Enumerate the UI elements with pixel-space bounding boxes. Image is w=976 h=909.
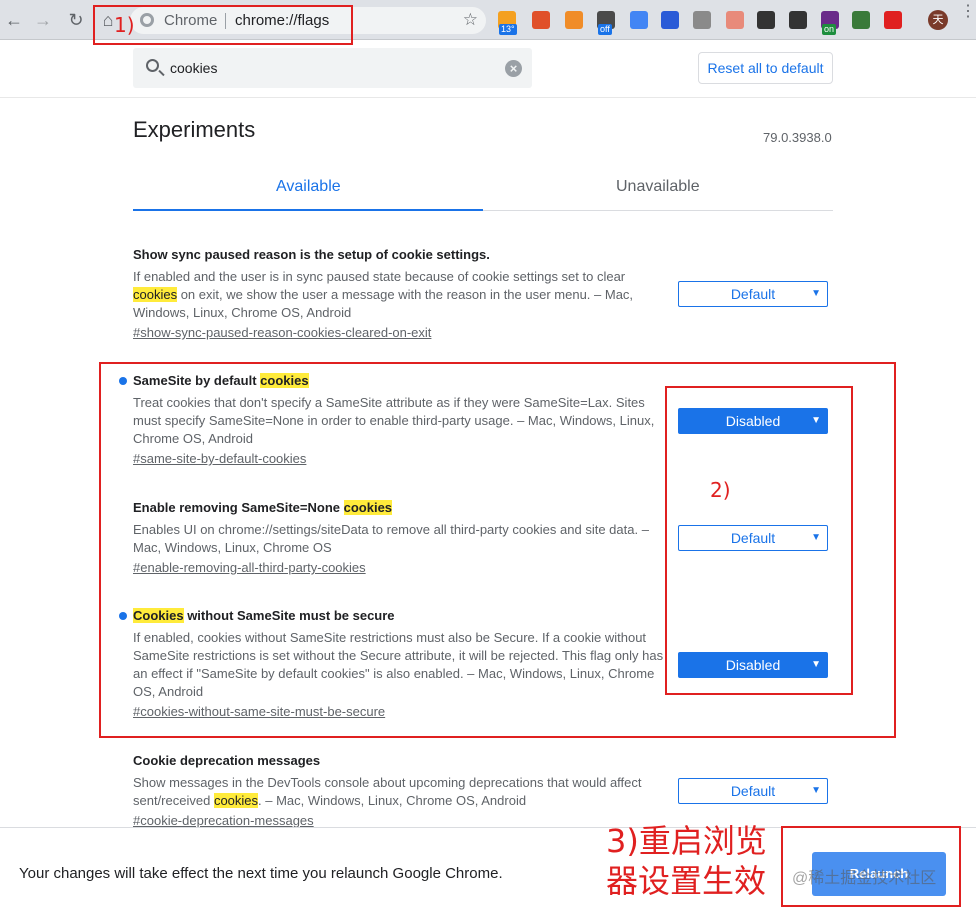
extension-badge: on <box>822 24 837 35</box>
translate-icon[interactable] <box>630 11 648 29</box>
extension-badge: off <box>598 24 612 35</box>
opera-ext-icon[interactable] <box>884 11 902 29</box>
experiment-item: Cookie deprecation messages Show message… <box>133 752 668 830</box>
box-ext-icon[interactable] <box>726 11 744 29</box>
page-title: Experiments <box>133 117 256 142</box>
version-label: 79.0.3938.0 <box>763 130 832 145</box>
search-icon <box>146 59 159 72</box>
tab-unavailable[interactable]: Unavailable <box>616 178 700 196</box>
orange-ext-icon[interactable] <box>565 11 583 29</box>
menu-icon[interactable]: ⋮ <box>960 4 976 20</box>
forward-icon[interactable]: → <box>32 9 54 31</box>
annotation-step1: 1) <box>114 13 135 37</box>
header-divider <box>0 97 976 98</box>
experiment-description: If enabled and the user is in sync pause… <box>133 269 634 320</box>
qr-code-icon[interactable] <box>789 11 807 29</box>
relaunch-message: Your changes will take effect the next t… <box>19 865 503 882</box>
active-tab-indicator <box>133 209 483 211</box>
experiment-item: Show sync paused reason is the setup of … <box>133 246 668 342</box>
experiment-select[interactable]: Default ▼ <box>678 778 828 804</box>
back-icon[interactable]: ← <box>3 9 25 31</box>
search-highlight: cookies <box>213 793 259 808</box>
experiment-title: Cookie deprecation messages <box>133 753 321 768</box>
experiment-link[interactable]: #show-sync-paused-reason-cookies-cleared… <box>133 324 668 342</box>
annotation-step2: 2) <box>710 478 731 502</box>
annotation-step3-line2: 器设置生效 <box>606 862 767 900</box>
annotation-box-selects <box>665 386 853 695</box>
reset-all-button[interactable]: Reset all to default <box>698 52 833 84</box>
image-ext-icon[interactable] <box>852 11 870 29</box>
annotation-box-relaunch <box>781 826 961 907</box>
annotation-step3-line1: 3)重启浏览 <box>606 822 767 860</box>
red-ext-icon[interactable] <box>532 11 550 29</box>
tab-available[interactable]: Available <box>276 178 341 196</box>
search-box[interactable]: × <box>133 48 532 88</box>
profile-avatar[interactable]: 天 <box>928 10 948 30</box>
dropdown-arrow-icon: ▼ <box>811 288 821 299</box>
grid-ext-icon[interactable] <box>661 11 679 29</box>
dropdown-arrow-icon: ▼ <box>811 785 821 796</box>
experiment-description: Show messages in the DevTools console ab… <box>133 775 642 808</box>
globe-ext-icon[interactable] <box>757 11 775 29</box>
reload-icon[interactable]: ↻ <box>65 9 87 31</box>
search-highlight: cookies <box>133 287 178 302</box>
extension-badge: 13° <box>499 24 517 35</box>
experiment-title: Show sync paused reason is the setup of … <box>133 247 490 262</box>
g-ext-icon[interactable] <box>693 11 711 29</box>
clear-search-icon[interactable]: × <box>505 60 522 77</box>
experiment-select[interactable]: Default ▼ <box>678 281 828 307</box>
search-input[interactable] <box>170 60 500 76</box>
bookmark-star-icon[interactable]: ☆ <box>463 10 478 30</box>
